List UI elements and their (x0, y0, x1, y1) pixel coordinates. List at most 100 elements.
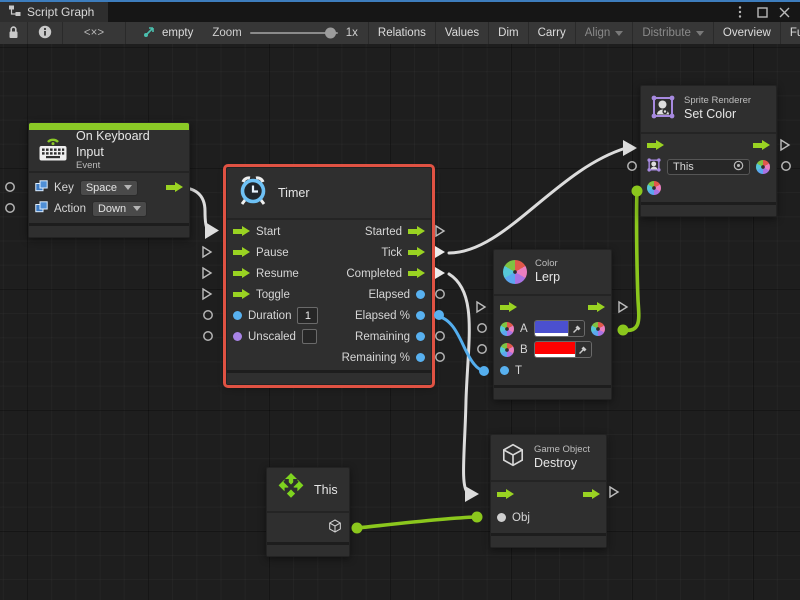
elapsed-out-port[interactable] (416, 290, 425, 299)
ext-port-circle[interactable] (203, 331, 214, 342)
remaining-pct-out-port[interactable] (416, 353, 425, 362)
graph-ref-icon (143, 25, 156, 41)
dim-button[interactable]: Dim (489, 22, 528, 44)
ext-port-circle[interactable] (435, 289, 446, 300)
node-on-keyboard-input[interactable]: On Keyboard Input Event Key Space (28, 122, 190, 238)
ext-port-triangle-filled[interactable] (434, 266, 446, 280)
b-color-field[interactable] (534, 341, 592, 358)
align-button[interactable]: Align (576, 22, 634, 44)
ext-port-circle[interactable] (627, 161, 638, 172)
ext-port-triangle[interactable] (202, 267, 213, 280)
values-button[interactable]: Values (436, 22, 489, 44)
tab-title: Script Graph (27, 5, 94, 19)
ext-port-triangle[interactable] (476, 301, 487, 314)
node-destroy[interactable]: Game Object Destroy Obj (490, 434, 607, 548)
ext-port-circle[interactable] (477, 323, 488, 334)
remaining-out-port[interactable] (416, 332, 425, 341)
pause-in-port[interactable] (233, 247, 250, 258)
ext-port-triangle[interactable] (609, 486, 620, 499)
enter-in-port[interactable] (500, 302, 517, 313)
overview-button[interactable]: Overview (714, 22, 781, 44)
exit-out-port[interactable] (588, 302, 605, 313)
maximize-icon[interactable] (754, 4, 770, 20)
ext-port-circle[interactable] (781, 161, 792, 172)
lock-button[interactable] (0, 22, 28, 44)
relations-button[interactable]: Relations (369, 22, 436, 44)
distribute-button[interactable]: Distribute (633, 22, 714, 44)
tick-out-port[interactable] (408, 247, 425, 258)
eyedropper-icon[interactable] (575, 342, 591, 357)
t-port[interactable] (500, 366, 509, 375)
zoom-slider[interactable] (250, 32, 338, 34)
tab-script-graph[interactable]: Script Graph (0, 2, 108, 22)
ext-port-circle[interactable] (435, 352, 446, 363)
input-b-row: B (494, 339, 611, 360)
window-controls (732, 2, 800, 22)
node-color-lerp[interactable]: Color Lerp A (493, 249, 612, 400)
ext-port-circle[interactable] (5, 203, 16, 214)
fullscreen-button[interactable]: Full Screen (781, 22, 800, 44)
ext-port-triangle[interactable] (435, 225, 446, 238)
a-color-field[interactable] (534, 320, 585, 337)
window-menu-icon[interactable] (732, 4, 748, 20)
ext-port-circle[interactable] (477, 344, 488, 355)
ext-port-circle[interactable] (435, 331, 446, 342)
ext-port-circle[interactable] (203, 310, 214, 321)
info-button[interactable] (28, 22, 63, 44)
started-out-port[interactable] (408, 226, 425, 237)
wire-timer-completed-to-destroy[interactable] (449, 274, 469, 493)
ext-port-triangle-filled[interactable] (434, 245, 446, 259)
code-toggle-icon: <×> (84, 27, 104, 39)
toggle-in-port[interactable] (233, 289, 250, 300)
carry-button[interactable]: Carry (529, 22, 576, 44)
graph-reference[interactable]: empty (134, 22, 202, 44)
result-out-port[interactable] (591, 322, 605, 336)
action-dropdown[interactable]: Down (92, 201, 147, 217)
resume-in-port[interactable] (233, 268, 250, 279)
ext-port-triangle[interactable] (780, 139, 791, 152)
wire-timer-tick-to-setcolor[interactable] (449, 148, 626, 253)
node-title: Destroy (534, 456, 590, 472)
b-color-swatch[interactable] (535, 342, 575, 357)
eyedropper-icon[interactable] (568, 321, 584, 336)
zoom-slider-knob[interactable] (325, 28, 336, 39)
wire-this-to-destroy-obj[interactable] (357, 517, 476, 528)
enter-in-port[interactable] (647, 140, 664, 151)
ext-port-triangle[interactable] (202, 246, 213, 259)
graph-canvas[interactable]: On Keyboard Input Event Key Space (0, 44, 800, 600)
close-icon[interactable] (776, 4, 792, 20)
target-object-field[interactable]: This (667, 159, 750, 175)
elapsed-pct-out-port[interactable] (416, 311, 425, 320)
a-color-swatch[interactable] (535, 321, 568, 336)
start-in-port[interactable] (233, 226, 250, 237)
object-picker-icon[interactable] (733, 160, 744, 174)
color-in-port[interactable] (647, 181, 661, 195)
node-timer[interactable]: Timer Start Pause Resume Toggle Duration… (226, 167, 432, 385)
unscaled-in-port[interactable] (233, 332, 242, 341)
ext-port-triangle[interactable] (202, 288, 213, 301)
code-toggle-button[interactable]: <×> (63, 22, 126, 44)
enter-in-port[interactable] (497, 489, 514, 500)
node-footer (227, 370, 431, 384)
chevron-down-icon (133, 206, 141, 211)
node-header: Sprite Renderer Set Color (641, 86, 776, 134)
zoom-label: Zoom (212, 27, 241, 39)
ext-port-circle-filled-blue[interactable] (433, 309, 445, 321)
duration-in-port[interactable] (233, 311, 242, 320)
exit-out-port[interactable] (583, 489, 600, 500)
ext-port-circle[interactable] (5, 182, 16, 193)
trigger-out-port[interactable] (166, 182, 183, 193)
node-set-color[interactable]: Sprite Renderer Set Color This (640, 85, 777, 217)
b-color-port[interactable] (500, 343, 514, 357)
a-color-port[interactable] (500, 322, 514, 336)
obj-in-port[interactable] (497, 513, 506, 522)
toolbar-buttons: Relations Values Dim Carry Align Distrib… (368, 22, 800, 44)
key-dropdown[interactable]: Space (80, 180, 138, 196)
completed-out-port[interactable] (408, 268, 425, 279)
target-row: This (641, 156, 776, 177)
node-this[interactable]: This (266, 467, 350, 557)
chevron-down-icon (615, 31, 623, 36)
ext-port-triangle[interactable] (618, 301, 629, 314)
color-out-port[interactable] (756, 160, 770, 174)
exit-out-port[interactable] (753, 140, 770, 151)
